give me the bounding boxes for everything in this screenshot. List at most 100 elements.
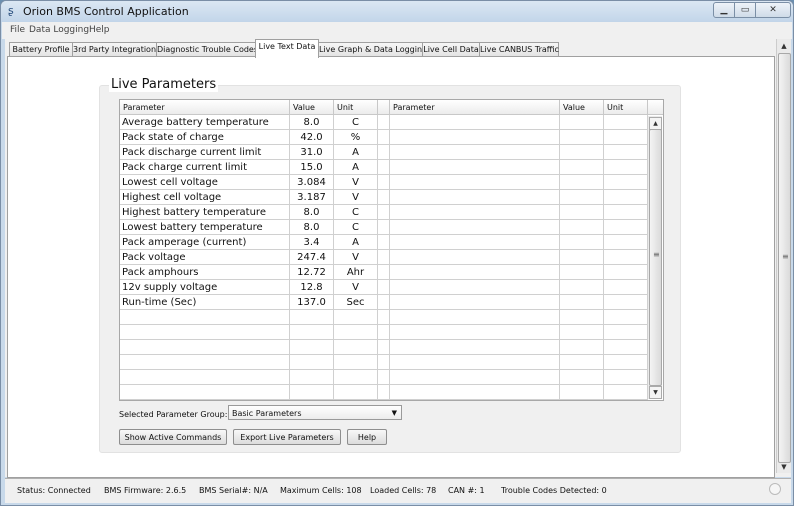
- scroll-thumb[interactable]: ≡: [778, 53, 791, 463]
- table-cell-empty: [604, 205, 648, 220]
- table-cell-empty: [604, 235, 648, 250]
- table-cell-empty: [390, 130, 560, 145]
- tab-diagnostic-trouble-codes[interactable]: Diagnostic Trouble Codes: [156, 42, 258, 57]
- show-active-commands-button[interactable]: Show Active Commands: [119, 429, 227, 445]
- table-cell-empty: [560, 115, 604, 130]
- table-cell-empty: [560, 385, 604, 400]
- col-header-parameter-2[interactable]: Parameter: [390, 100, 560, 115]
- table-cell-empty: [378, 265, 390, 280]
- table-cell-parameter: Pack amphours: [120, 265, 290, 280]
- dropdown-arrow-icon: ▼: [391, 409, 397, 417]
- scroll-up-icon[interactable]: ▲: [777, 40, 791, 52]
- table-cell-empty: [604, 265, 648, 280]
- table-cell-empty: [378, 235, 390, 250]
- col-header-value-2[interactable]: Value: [560, 100, 604, 115]
- table-cell-empty: [604, 295, 648, 310]
- table-cell-empty: [560, 145, 604, 160]
- table-cell-empty: [378, 280, 390, 295]
- col-header-parameter[interactable]: Parameter: [120, 100, 290, 115]
- status-connection: Status: Connected: [17, 486, 91, 495]
- table-cell-empty: [560, 370, 604, 385]
- table-cell-empty: [390, 385, 560, 400]
- tab-live-cell-data[interactable]: Live Cell Data: [422, 42, 480, 57]
- scroll-down-icon[interactable]: ▼: [777, 461, 791, 473]
- table-cell-empty: [378, 220, 390, 235]
- menu-data-logging[interactable]: Data Logging: [29, 25, 89, 35]
- col-header-unit[interactable]: Unit: [334, 100, 378, 115]
- minimize-button[interactable]: ▁: [713, 2, 735, 18]
- table-cell-empty: [560, 130, 604, 145]
- table-cell-empty: [290, 340, 334, 355]
- table-cell-empty: [378, 205, 390, 220]
- table-scrollbar[interactable]: ▲ ≡ ▼: [648, 116, 662, 399]
- table-cell-empty: [604, 115, 648, 130]
- tab-3rd-party-integration[interactable]: 3rd Party Integration: [72, 42, 157, 57]
- parameters-table: Parameter Value Unit Parameter Value Uni…: [119, 99, 664, 401]
- table-cell-value: 3.084: [290, 175, 334, 190]
- close-button[interactable]: ✕: [755, 2, 791, 18]
- table-cell-empty: [390, 370, 560, 385]
- export-live-parameters-button[interactable]: Export Live Parameters: [233, 429, 341, 445]
- parameter-group-label: Selected Parameter Group:: [119, 410, 228, 419]
- table-cell-unit: %: [334, 130, 378, 145]
- table-scroll-down-icon[interactable]: ▼: [649, 386, 662, 399]
- menu-help[interactable]: Help: [89, 25, 110, 35]
- main-area: Battery Profile 3rd Party Integration Di…: [5, 39, 791, 478]
- table-cell-empty: [378, 385, 390, 400]
- table-cell-empty: [560, 250, 604, 265]
- table-cell-value: 8.0: [290, 220, 334, 235]
- status-indicator-icon: [769, 483, 781, 495]
- app-window: ʂ Orion BMS Control Application ▁ ▭ ✕ Fi…: [0, 0, 794, 506]
- table-cell-empty: [560, 220, 604, 235]
- table-cell-parameter: Pack voltage: [120, 250, 290, 265]
- table-cell-empty: [604, 250, 648, 265]
- table-cell-empty: [390, 175, 560, 190]
- table-cell-value: 42.0: [290, 130, 334, 145]
- table-cell-empty: [390, 205, 560, 220]
- tab-live-canbus-traffic[interactable]: Live CANBUS Traffic: [479, 42, 559, 57]
- help-button[interactable]: Help: [347, 429, 387, 445]
- table-cell-empty: [604, 385, 648, 400]
- table-cell-empty: [604, 130, 648, 145]
- parameter-group-select[interactable]: Basic Parameters ▼: [228, 405, 402, 420]
- table-cell-unit: Ahr: [334, 265, 378, 280]
- maximize-button[interactable]: ▭: [734, 2, 756, 18]
- table-cell-empty: [604, 175, 648, 190]
- table-cell-value: 8.0: [290, 205, 334, 220]
- table-cell-parameter: Lowest cell voltage: [120, 175, 290, 190]
- table-cell-empty: [604, 325, 648, 340]
- table-cell-empty: [378, 355, 390, 370]
- status-can: CAN #: 1: [448, 486, 485, 495]
- table-cell-parameter: Lowest battery temperature: [120, 220, 290, 235]
- table-cell-empty: [290, 310, 334, 325]
- col-header-value[interactable]: Value: [290, 100, 334, 115]
- tab-battery-profile[interactable]: Battery Profile: [9, 42, 73, 57]
- table-cell-empty: [378, 310, 390, 325]
- table-cell-empty: [390, 160, 560, 175]
- table-cell-empty: [390, 340, 560, 355]
- table-cell-parameter: Highest battery temperature: [120, 205, 290, 220]
- table-cell-value: 247.4: [290, 250, 334, 265]
- table-cell-empty: [390, 280, 560, 295]
- table-cell-empty: [390, 190, 560, 205]
- table-cell-empty: [604, 190, 648, 205]
- tab-live-text-data[interactable]: Live Text Data: [255, 39, 319, 58]
- tab-live-graph-data-logging[interactable]: Live Graph & Data Logging: [318, 42, 427, 57]
- table-cell-unit: C: [334, 115, 378, 130]
- col-header-unit-2[interactable]: Unit: [604, 100, 648, 115]
- table-scroll-thumb[interactable]: ≡: [649, 129, 662, 386]
- table-cell-empty: [334, 385, 378, 400]
- table-cell-unit: V: [334, 175, 378, 190]
- col-header-spacer: [378, 100, 390, 115]
- table-cell-empty: [560, 190, 604, 205]
- table-cell-empty: [378, 145, 390, 160]
- table-cell-empty: [334, 340, 378, 355]
- table-cell-empty: [604, 220, 648, 235]
- main-scrollbar[interactable]: ▲ ≡ ▼: [776, 39, 791, 473]
- table-cell-empty: [560, 295, 604, 310]
- table-cell-empty: [378, 190, 390, 205]
- table-cell-empty: [120, 370, 290, 385]
- table-cell-empty: [120, 340, 290, 355]
- menu-file[interactable]: File: [10, 25, 25, 35]
- table-cell-unit: V: [334, 250, 378, 265]
